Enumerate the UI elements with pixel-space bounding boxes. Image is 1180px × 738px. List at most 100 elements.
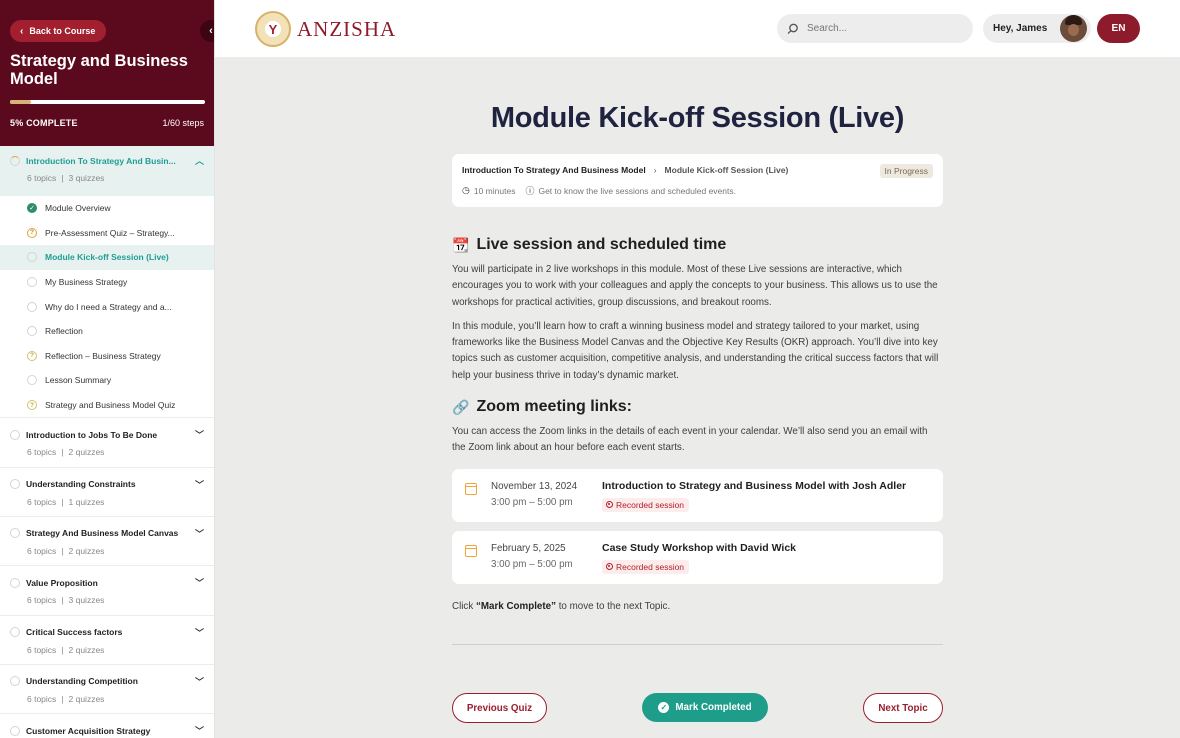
recorded-session-badge[interactable]: Recorded session xyxy=(602,559,690,574)
lesson-item[interactable]: Module Kick-off Session (Live) xyxy=(0,245,214,270)
search-input[interactable] xyxy=(807,23,957,34)
section-title: Understanding Constraints xyxy=(26,479,136,490)
section-title: Value Proposition xyxy=(26,577,98,588)
back-to-course-button[interactable]: ‹ Back to Course xyxy=(10,20,107,42)
event-card[interactable]: November 13, 2024 3:00 pm – 5:00 pm Introd… xyxy=(452,468,943,522)
live-paragraph-1: You will participate in 2 live workshops… xyxy=(452,264,938,308)
record-icon xyxy=(606,563,613,571)
back-to-course-label: Back to Course xyxy=(29,26,96,36)
description-label: Get to know the live sessions and schedu… xyxy=(538,185,736,196)
avatar[interactable] xyxy=(1060,15,1087,42)
lesson-item[interactable]: ? Reflection – Business Strategy xyxy=(0,344,214,369)
event-title[interactable]: Introduction to Strategy and Business Mo… xyxy=(602,480,906,492)
note-bold: “Mark Complete” xyxy=(475,600,556,612)
info-icon: ⓘ xyxy=(525,186,535,196)
zoom-links-heading-text: Zoom meeting links: xyxy=(476,398,633,416)
sidebar-header: ‹ Back to Course ‹ Strategy and Business… xyxy=(0,0,214,146)
link-emoji-icon: 🔗 xyxy=(452,398,470,415)
section-title: Customer Acquisition Strategy xyxy=(26,725,151,736)
completed-check-icon: ✓ xyxy=(27,203,37,214)
previous-quiz-button[interactable]: Previous Quiz xyxy=(452,693,547,723)
sidebar-section[interactable]: Understanding Competition ﹀ 6 topics | 2 qui… xyxy=(0,663,214,714)
section-topics: 6 topics xyxy=(27,644,57,655)
course-progress-fill xyxy=(10,100,32,104)
zoom-links-heading: 🔗 Zoom meeting links: xyxy=(452,398,943,416)
calendar-emoji-icon: 📆 xyxy=(452,236,470,253)
sidebar-section[interactable]: Value Proposition ﹀ 6 topics | 3 quizzes xyxy=(0,565,214,615)
progress-steps-label: 1/60 steps xyxy=(162,118,204,128)
status-badge: In Progress xyxy=(879,164,933,178)
search-box[interactable] xyxy=(777,14,973,43)
breadcrumb-parent[interactable]: Introduction To Strategy And Business Mo… xyxy=(462,165,646,175)
incomplete-circle-icon xyxy=(10,528,20,539)
recorded-session-badge[interactable]: Recorded session xyxy=(602,497,690,512)
divider xyxy=(452,643,943,645)
incomplete-circle-icon xyxy=(10,676,20,687)
mark-completed-label: Mark Completed xyxy=(675,702,752,713)
event-time: 3:00 pm – 5:00 pm xyxy=(491,558,573,570)
section-topics: 6 topics xyxy=(27,693,57,704)
lesson-item[interactable]: ? Strategy and Business Model Quiz xyxy=(0,393,214,418)
sidebar-section[interactable]: Understanding Constraints ﹀ 6 topics | 1 qui… xyxy=(0,466,214,516)
event-date: November 13, 2024 xyxy=(491,480,578,492)
event-card[interactable]: February 5, 2025 3:00 pm – 5:00 pm Case St… xyxy=(452,530,943,584)
event-date: February 5, 2025 xyxy=(491,542,566,554)
chevron-down-icon[interactable]: ﹀ xyxy=(195,527,204,540)
user-menu[interactable]: Hey, James xyxy=(983,14,1091,43)
chevron-down-icon[interactable]: ﹀ xyxy=(195,675,204,688)
chevron-up-icon[interactable]: ︿ xyxy=(195,154,204,167)
quiz-icon: ? xyxy=(27,227,37,238)
quiz-icon: ? xyxy=(27,400,37,411)
lesson-item[interactable]: Reflection xyxy=(0,319,214,344)
language-button[interactable]: EN xyxy=(1097,14,1140,43)
live-paragraph-2: In this module, you’ll learn how to craf… xyxy=(452,320,939,381)
lesson-content: Module Kick-off Session (Live) Introduct… xyxy=(452,57,943,645)
brand-logo[interactable]: Y ANZISHA xyxy=(255,11,396,47)
top-bar: Y ANZISHA Hey, James EN xyxy=(215,0,1180,57)
mark-completed-button[interactable]: ✓ Mark Completed xyxy=(642,693,768,722)
lesson-item[interactable]: ✓ Module Overview xyxy=(0,196,214,221)
section-topics: 6 topics xyxy=(27,545,57,556)
chevron-right-icon: › xyxy=(653,165,657,175)
collapse-sidebar-button[interactable]: ‹ xyxy=(200,20,214,42)
section-topics: 6 topics xyxy=(27,595,57,606)
lesson-item[interactable]: ? Pre-Assessment Quiz – Strategy... xyxy=(0,221,214,246)
chevron-left-icon: ‹ xyxy=(20,25,24,37)
section-quizzes: 3 quizzes xyxy=(68,173,105,183)
section-title: Strategy And Business Model Canvas xyxy=(26,528,179,539)
section-topics: 6 topics xyxy=(27,173,57,183)
section-quizzes: 2 quizzes xyxy=(68,447,105,458)
section-quizzes: 1 quizzes xyxy=(68,496,105,507)
check-icon: ✓ xyxy=(658,702,670,713)
lesson-item[interactable]: My Business Strategy xyxy=(0,270,214,295)
chevron-down-icon[interactable]: ﹀ xyxy=(195,428,204,441)
event-list: November 13, 2024 3:00 pm – 5:00 pm Introd… xyxy=(452,468,943,584)
lesson-info-card: Introduction To Strategy And Business Mo… xyxy=(452,154,943,207)
clock-icon: ◷ xyxy=(462,185,470,195)
sidebar-section[interactable]: Critical Success factors ﹀ 6 topics | 2 quiz… xyxy=(0,614,214,664)
chevron-down-icon[interactable]: ﹀ xyxy=(195,576,204,589)
sidebar-section[interactable]: Strategy And Business Model Canvas ﹀ 6 top… xyxy=(0,515,214,566)
lesson-item[interactable]: Lesson Summary xyxy=(0,368,214,393)
recorded-session-label: Recorded session xyxy=(616,499,685,510)
chevron-down-icon[interactable]: ﹀ xyxy=(195,724,204,737)
lesson-item[interactable]: Why do I need a Strategy and a... xyxy=(0,294,214,319)
section-title: Understanding Competition xyxy=(26,676,138,687)
section-quizzes: 2 quizzes xyxy=(68,644,105,655)
sidebar-section-current[interactable]: Introduction To Strategy And Busin... ︿ … xyxy=(0,146,214,196)
duration-label: 10 minutes xyxy=(473,185,516,196)
lesson-label: Pre-Assessment Quiz – Strategy... xyxy=(45,227,175,238)
lesson-label: Lesson Summary xyxy=(45,375,112,386)
incomplete-circle-icon xyxy=(27,375,37,386)
anzisha-seal-icon: Y xyxy=(255,11,291,47)
chevron-down-icon[interactable]: ﹀ xyxy=(195,478,204,491)
next-topic-button[interactable]: Next Topic xyxy=(863,693,943,723)
section-quizzes: 2 quizzes xyxy=(68,693,105,704)
search-icon xyxy=(787,23,798,34)
sidebar-section[interactable]: Introduction to Jobs To Be Done ﹀ 6 topics… xyxy=(0,417,214,467)
chevron-down-icon[interactable]: ﹀ xyxy=(195,626,204,639)
event-title[interactable]: Case Study Workshop with David Wick xyxy=(602,542,796,554)
incomplete-circle-icon xyxy=(27,252,37,263)
sidebar-section[interactable]: Customer Acquisition Strategy ﹀ xyxy=(0,713,214,738)
lesson-list: ✓ Module Overview? Pre-Assessment Quiz – S… xyxy=(0,196,214,418)
